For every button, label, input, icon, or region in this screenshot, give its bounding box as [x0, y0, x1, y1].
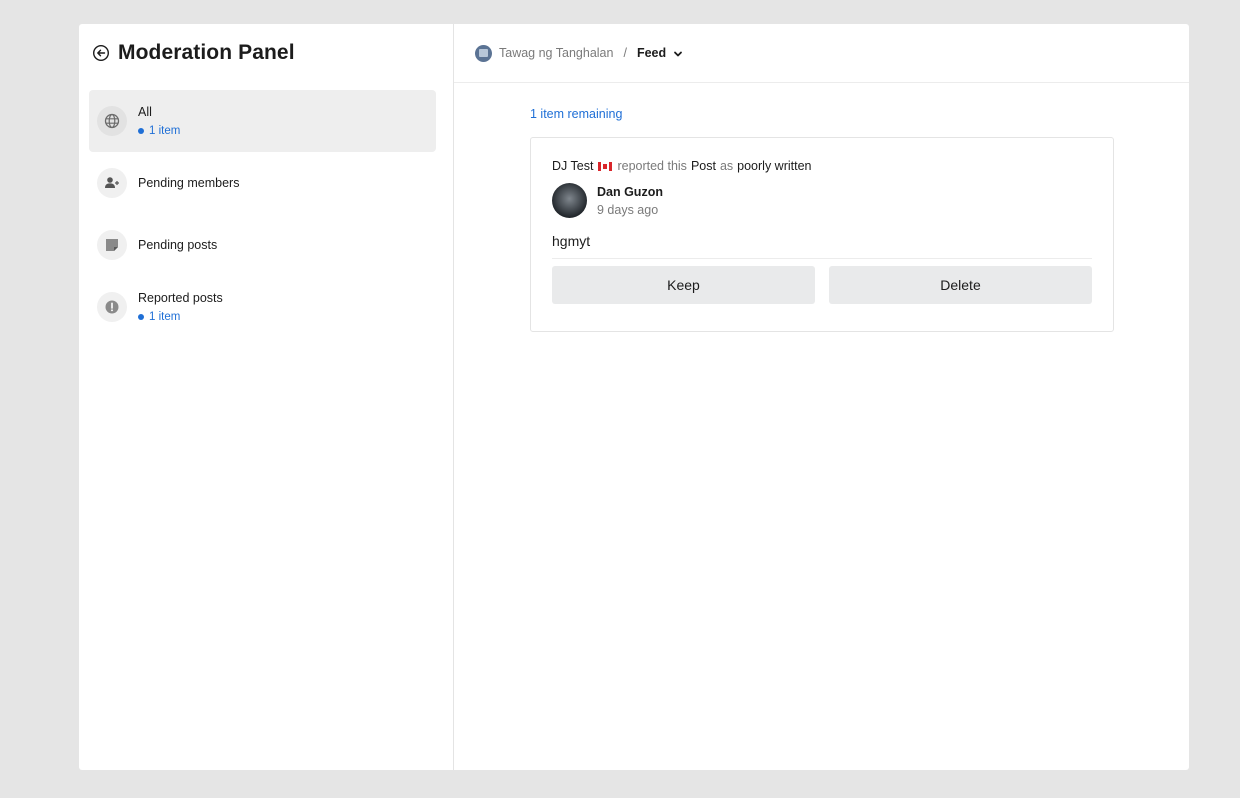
page-title: Moderation Panel: [118, 41, 295, 64]
avatar[interactable]: [552, 183, 587, 218]
count-dot-icon: [138, 128, 144, 134]
sidebar-item-pending-posts[interactable]: Pending posts: [89, 214, 436, 276]
sidebar-item-label: Reported posts: [138, 291, 223, 305]
sidebar-item-all[interactable]: All 1 item: [89, 90, 436, 152]
sidebar-nav: All 1 item Pending members Pending posts…: [89, 90, 436, 338]
report-card: DJ Test reported this Post as poorly wri…: [530, 137, 1114, 332]
report-summary: DJ Test reported this Post as poorly wri…: [552, 159, 1092, 173]
items-remaining: 1 item remaining: [530, 107, 623, 121]
globe-icon: [97, 106, 127, 136]
nav-text: Pending posts: [138, 238, 217, 252]
nav-text: All 1 item: [138, 105, 180, 137]
report-as: as: [719, 159, 734, 173]
moderation-panel: Moderation Panel All 1 item Pending memb…: [79, 24, 1189, 770]
sidebar-item-label: All: [138, 105, 152, 119]
keep-button[interactable]: Keep: [552, 266, 815, 304]
sidebar-item-label: Pending members: [138, 176, 240, 190]
sidebar-item-pending-members[interactable]: Pending members: [89, 152, 436, 214]
alert-icon: [97, 292, 127, 322]
canada-flag-icon: [598, 161, 613, 171]
report-actions: Keep Delete: [552, 266, 1092, 304]
author-name[interactable]: Dan Guzon: [597, 185, 663, 199]
item-count: 1 item: [138, 125, 180, 137]
main-content: Tawag ng Tanghalan / Feed 1 item remaini…: [454, 24, 1189, 770]
nav-text: Reported posts 1 item: [138, 291, 223, 323]
report-reason: poorly written: [737, 159, 812, 173]
sidebar-item-label: Pending posts: [138, 238, 218, 252]
sidebar-item-reported-posts[interactable]: Reported posts 1 item: [89, 276, 436, 338]
post-timestamp: 9 days ago: [597, 202, 659, 217]
reporter-name[interactable]: DJ Test: [552, 159, 593, 173]
back-arrow-icon[interactable]: [92, 44, 110, 62]
chevron-down-icon[interactable]: [673, 48, 683, 58]
note-icon: [97, 230, 127, 260]
community-avatar-icon: [475, 44, 492, 62]
item-count: 1 item: [138, 311, 223, 323]
count-dot-icon: [138, 314, 144, 320]
post-body: hgmyt: [552, 233, 1092, 259]
nav-text: Pending members: [138, 176, 239, 190]
breadcrumb-separator: /: [623, 46, 627, 60]
item-count-text: 1 item: [149, 311, 181, 323]
sidebar: Moderation Panel All 1 item Pending memb…: [79, 24, 454, 770]
feed-dropdown[interactable]: Feed: [637, 46, 666, 60]
author-info: Dan Guzon 9 days ago: [597, 185, 663, 217]
sidebar-header: Moderation Panel: [89, 40, 453, 66]
delete-button[interactable]: Delete: [829, 266, 1092, 304]
add-user-icon: [97, 168, 127, 198]
breadcrumb: Tawag ng Tanghalan / Feed: [454, 24, 1189, 83]
breadcrumb-community[interactable]: Tawag ng Tanghalan: [499, 46, 613, 60]
report-object: Post: [690, 159, 716, 173]
post-author: Dan Guzon 9 days ago: [552, 183, 1092, 218]
report-verb: reported this: [617, 159, 687, 173]
item-count-text: 1 item: [149, 125, 181, 137]
